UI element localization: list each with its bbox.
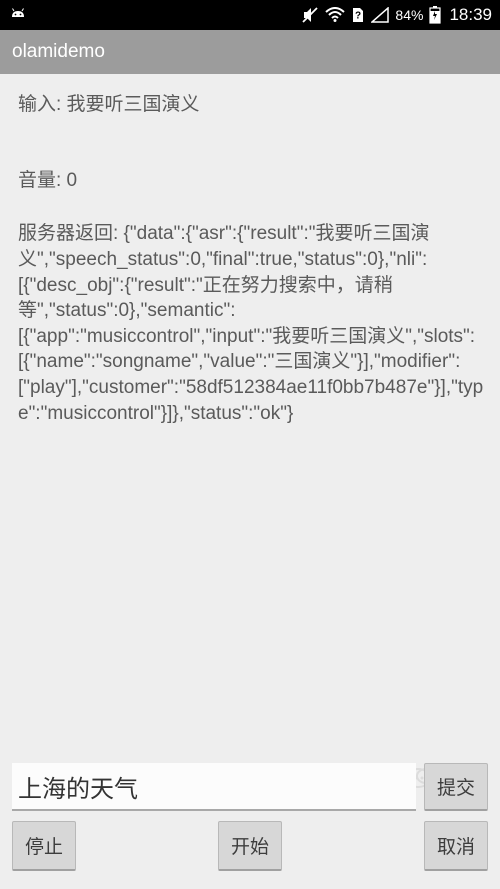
battery-icon: [429, 6, 441, 24]
input-display: 输入: 我要听三国演义: [18, 92, 484, 118]
status-left: [8, 7, 28, 23]
bottom-controls: 提交 停止 开始 取消: [12, 763, 488, 871]
app-bar: olamidemo: [0, 30, 500, 74]
button-row: 停止 开始 取消: [12, 821, 488, 871]
sim-icon: ?: [351, 6, 365, 24]
signal-icon: [371, 7, 389, 23]
wifi-icon: [325, 7, 345, 23]
input-row: 提交: [12, 763, 488, 811]
submit-button[interactable]: 提交: [424, 763, 488, 811]
svg-text:?: ?: [355, 11, 361, 22]
stop-button[interactable]: 停止: [12, 821, 76, 871]
start-button[interactable]: 开始: [218, 821, 282, 871]
battery-percent: 84%: [395, 7, 423, 23]
cancel-button[interactable]: 取消: [424, 821, 488, 871]
status-bar: ? 84% 18:39: [0, 0, 500, 30]
app-title: olamidemo: [12, 41, 105, 63]
clock: 18:39: [449, 5, 492, 25]
content-area: 输入: 我要听三国演义 音量: 0 服务器返回: {"data":{"asr":…: [0, 74, 500, 426]
status-right: ? 84% 18:39: [301, 5, 492, 25]
volume-display: 音量: 0: [18, 168, 484, 194]
server-return-display: 服务器返回: {"data":{"asr":{"result":"我要听三国演义…: [18, 221, 484, 426]
android-icon: [8, 7, 28, 23]
text-input[interactable]: [12, 763, 416, 811]
mute-icon: [301, 6, 319, 24]
